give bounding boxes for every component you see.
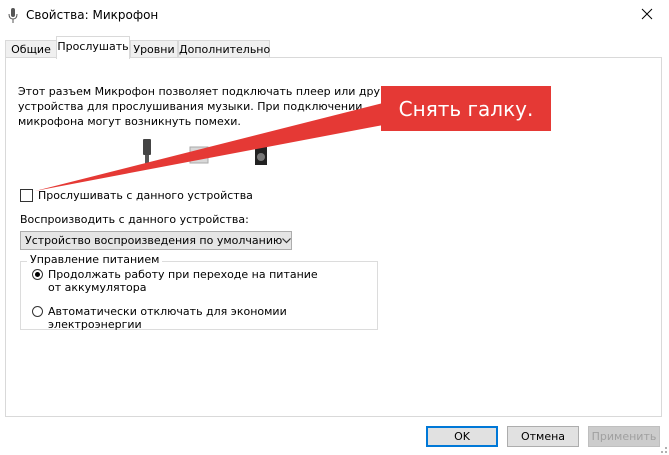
description-line: микрофона могут возникнуть помехи. (18, 115, 241, 128)
chevron-down-icon (282, 233, 292, 249)
title-bar: Свойства: Микрофон (0, 0, 669, 32)
apply-button[interactable]: Применить (588, 426, 660, 447)
tab-general[interactable]: Общие (5, 40, 57, 58)
microphone-icon (8, 8, 18, 24)
ok-button[interactable]: OK (426, 426, 498, 447)
power-option-auto-off[interactable]: Автоматически отключать для экономии эле… (32, 305, 372, 331)
radio-selected-dot (35, 272, 40, 277)
annotation-text: Снять галку. (398, 96, 534, 121)
auto-off-radio[interactable] (32, 306, 43, 317)
window-title: Свойства: Микрофон (26, 8, 159, 22)
listen-checkbox[interactable] (20, 188, 33, 202)
power-group-title: Управление питанием (27, 253, 163, 266)
playback-device-value: Устройство воспроизведения по умолчанию (25, 234, 283, 247)
annotation-callout: Снять галку. (381, 86, 551, 131)
playback-label: Воспроизводить с данного устройства: (20, 213, 249, 226)
tab-levels[interactable]: Уровни (130, 40, 178, 58)
description-line: устройства для прослушивания музыки. При… (18, 100, 363, 113)
battery-radio[interactable] (32, 269, 43, 280)
battery-option-label[interactable]: Продолжать работу при переходе на питани… (48, 268, 332, 294)
auto-off-option-label[interactable]: Автоматически отключать для экономии эле… (48, 305, 372, 331)
description-line: Этот разъем Микрофон позволяет подключат… (18, 85, 400, 98)
playback-device-select[interactable]: Устройство воспроизведения по умолчанию (20, 231, 292, 250)
resize-grip-icon[interactable] (658, 444, 668, 454)
cancel-button[interactable]: Отмена (507, 426, 579, 447)
device-illustration (143, 139, 267, 165)
close-icon (641, 8, 653, 23)
listen-checkbox-row[interactable]: Прослушивать с данного устройства (20, 188, 253, 202)
power-option-battery[interactable]: Продолжать работу при переходе на питани… (32, 268, 332, 294)
description-text: Этот разъем Микрофон позволяет подключат… (18, 84, 400, 129)
listen-checkbox-label[interactable]: Прослушивать с данного устройства (38, 189, 253, 202)
tab-listen[interactable]: Прослушать (56, 36, 130, 59)
tab-advanced[interactable]: Дополнительно (178, 40, 270, 58)
close-button[interactable] (624, 0, 669, 30)
tab-strip: Общие Прослушать Уровни Дополнительно (0, 36, 669, 59)
